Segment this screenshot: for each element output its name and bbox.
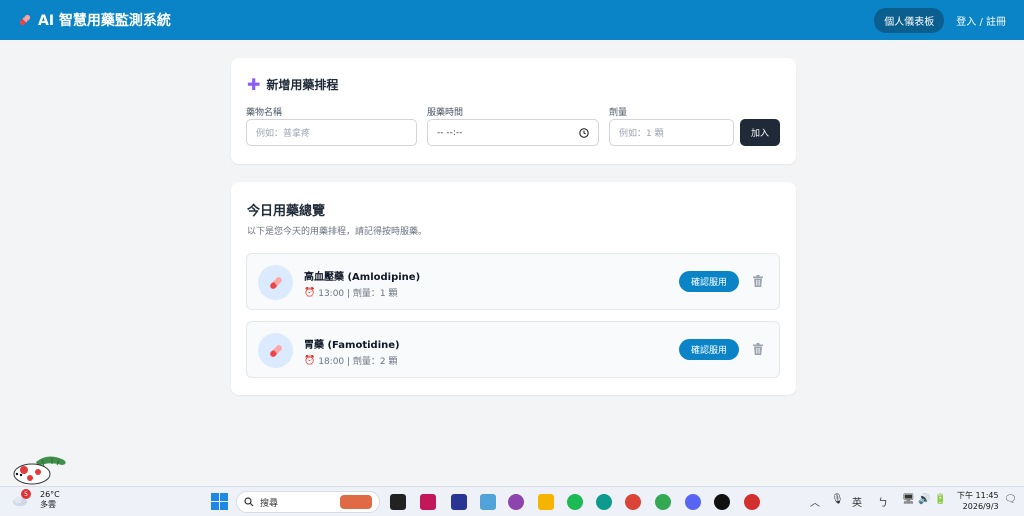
app-header: AI 智慧用藥監測系統 個人儀表板 登入 / 註冊 bbox=[0, 0, 1024, 40]
search-placeholder: 搜尋 bbox=[260, 498, 279, 509]
copilot-icon[interactable] bbox=[508, 494, 524, 510]
system-clock[interactable]: 下午 11:45 2026/9/3 bbox=[957, 490, 999, 512]
spotify-icon[interactable] bbox=[567, 494, 583, 510]
weather-condition: 多雲 bbox=[40, 500, 56, 509]
alarm-clock-icon: ⏰ bbox=[304, 355, 316, 366]
file-app-icon[interactable] bbox=[390, 494, 406, 510]
overview-title: 今日用藥總覽 bbox=[247, 204, 326, 219]
desktop-mascot-icon[interactable] bbox=[8, 452, 70, 486]
chevron-up-icon[interactable]: ︿ bbox=[810, 494, 820, 509]
pill-icon bbox=[258, 265, 293, 300]
dose-input[interactable]: 例如：1 顆 bbox=[609, 119, 734, 146]
jetbrains-icon[interactable] bbox=[420, 494, 436, 510]
medication-detail: ⏰ 18:00 | 劑量：2 顆 bbox=[304, 354, 398, 368]
overview-subtitle: 以下是您今天的用藥排程，請記得按時服藥。 bbox=[247, 227, 428, 237]
medication-item: 胃藥 (Famotidine) ⏰ 18:00 | 劑量：2 顆 確認服用 bbox=[246, 321, 780, 378]
medication-schedule: 13:00 | 劑量：1 顆 bbox=[318, 289, 398, 299]
chrome-icon[interactable] bbox=[625, 494, 641, 510]
jetbrains-ide-icon[interactable] bbox=[451, 494, 467, 510]
today-overview-card: 今日用藥總覽 以下是您今天的用藥排程，請記得按時服藥。 高血壓藥 (Amlodi… bbox=[231, 182, 796, 395]
ime-indicator[interactable]: 英 bbox=[852, 494, 862, 509]
notification-icon[interactable]: 🗨 bbox=[1004, 494, 1017, 505]
add-schedule-heading: ✚ 新增用藥排程 bbox=[247, 76, 338, 93]
trash-icon[interactable] bbox=[751, 342, 765, 356]
confirm-taken-button[interactable]: 確認服用 bbox=[679, 339, 739, 360]
network-icon[interactable]: 🖥 bbox=[902, 494, 915, 505]
medication-name-input[interactable]: 例如：普拿疼 bbox=[246, 119, 417, 146]
pill-icon bbox=[19, 14, 31, 26]
app-brand[interactable]: AI 智慧用藥監測系統 bbox=[18, 10, 171, 30]
windows-start-icon[interactable] bbox=[211, 493, 228, 510]
windows-taskbar: 5 26°C 多雲 搜尋 ︿ 🎙 英 ㄅ 🖥 🔊 🔋 下午 11:45 2026… bbox=[0, 486, 1024, 516]
login-link[interactable]: 登入 / 註冊 bbox=[956, 13, 1006, 28]
photos-icon[interactable] bbox=[480, 494, 496, 510]
weather-badge: 5 bbox=[21, 489, 31, 499]
dose-label: 劑量 bbox=[609, 108, 628, 118]
dashboard-button[interactable]: 個人儀表板 bbox=[874, 7, 945, 33]
add-schedule-card: ✚ 新增用藥排程 藥物名稱 例如：普拿疼 服藥時間 -- --:-- 劑量 例如… bbox=[231, 58, 796, 164]
temperature: 26°C bbox=[40, 490, 60, 499]
medication-name-label: 藥物名稱 bbox=[246, 108, 283, 118]
chrome-profile-icon[interactable] bbox=[655, 494, 671, 510]
clock-time: 下午 11:45 bbox=[957, 491, 999, 500]
add-schedule-title: 新增用藥排程 bbox=[266, 78, 339, 92]
medication-name: 胃藥 (Famotidine) bbox=[304, 340, 400, 351]
plus-icon: ✚ bbox=[247, 74, 261, 94]
medication-name-placeholder: 例如：普拿疼 bbox=[256, 129, 311, 139]
ime-mode-icon[interactable]: ㄅ bbox=[878, 494, 888, 509]
volume-icon[interactable]: 🔊 bbox=[918, 494, 930, 505]
medication-detail: ⏰ 13:00 | 劑量：1 顆 bbox=[304, 286, 398, 300]
trash-icon[interactable] bbox=[751, 274, 765, 288]
battery-icon[interactable]: 🔋 bbox=[934, 494, 946, 505]
medication-schedule: 18:00 | 劑量：2 顆 bbox=[318, 357, 398, 367]
search-highlight-image bbox=[340, 495, 372, 509]
medication-item: 高血壓藥 (Amlodipine) ⏰ 13:00 | 劑量：1 顆 確認服用 bbox=[246, 253, 780, 310]
discord-icon[interactable] bbox=[685, 494, 701, 510]
taskbar-search[interactable]: 搜尋 bbox=[236, 491, 380, 513]
weather-widget[interactable]: 5 26°C 多雲 bbox=[12, 489, 60, 510]
red-app-icon[interactable] bbox=[744, 494, 760, 510]
app-title: AI 智慧用藥監測系統 bbox=[38, 13, 171, 29]
clock-icon[interactable] bbox=[579, 127, 589, 138]
edge-icon[interactable] bbox=[596, 494, 612, 510]
confirm-taken-button[interactable]: 確認服用 bbox=[679, 271, 739, 292]
folder-icon[interactable] bbox=[538, 494, 554, 510]
add-button[interactable]: 加入 bbox=[740, 119, 780, 146]
github-icon[interactable] bbox=[714, 494, 730, 510]
time-input[interactable]: -- --:-- bbox=[427, 119, 599, 146]
time-value: -- --:-- bbox=[437, 127, 463, 138]
search-icon bbox=[244, 497, 254, 507]
alarm-clock-icon: ⏰ bbox=[304, 287, 316, 298]
microphone-icon[interactable]: 🎙 bbox=[831, 494, 844, 505]
clock-date: 2026/9/3 bbox=[962, 502, 999, 511]
pill-icon bbox=[258, 333, 293, 368]
time-label: 服藥時間 bbox=[427, 108, 464, 118]
dose-placeholder: 例如：1 顆 bbox=[619, 129, 664, 139]
medication-name: 高血壓藥 (Amlodipine) bbox=[304, 272, 421, 283]
